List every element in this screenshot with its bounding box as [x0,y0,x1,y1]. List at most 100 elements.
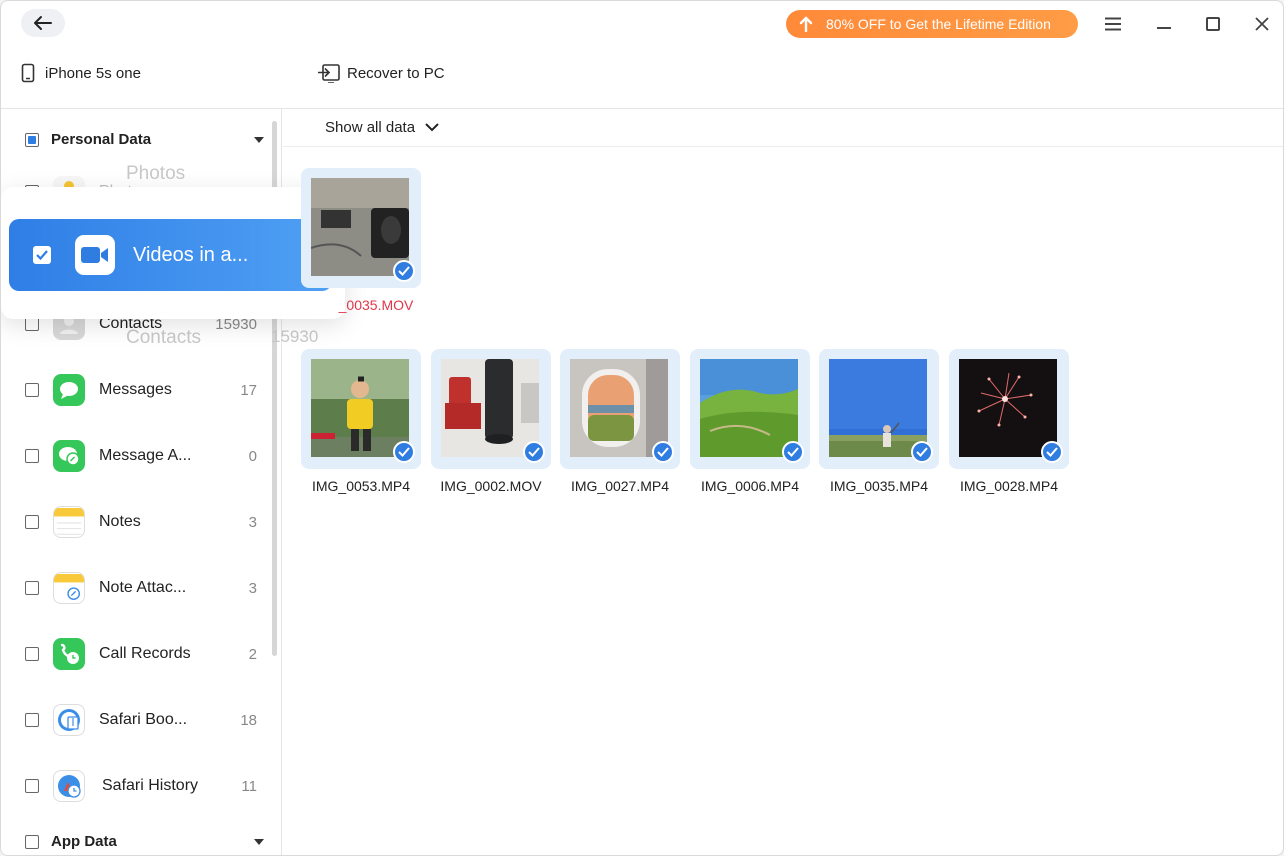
item-count: 3 [248,513,257,531]
recover-label: Recover to PC [347,64,445,82]
phone-icon [21,63,35,83]
caret-down-icon[interactable] [253,838,265,846]
file-name: IMG_0027.MP4 [570,478,670,494]
item-checkbox[interactable] [25,647,39,661]
item-checkbox[interactable] [25,779,39,793]
item-checkbox[interactable] [25,581,39,595]
upgrade-promo-button[interactable]: 80% OFF to Get the Lifetime Edition [786,10,1078,38]
sidebar-item-note-attachments[interactable]: Note Attac... 3 [25,568,257,608]
menu-button[interactable] [1100,11,1126,37]
checked-badge[interactable] [652,441,674,463]
minimize-icon [1157,27,1171,29]
item-label: Note Attac... [99,579,187,596]
export-icon [318,64,340,83]
message-attachment-icon [53,440,85,472]
messages-icon [53,374,85,406]
video-thumbnail[interactable] [690,349,810,469]
device-selector[interactable]: iPhone 5s one [21,63,141,83]
sidebar-item-app-videos[interactable]: Videos in a... 7 [9,219,332,291]
item-label: Call Records [99,645,191,662]
close-button[interactable] [1249,11,1275,37]
checked-badge[interactable] [393,260,415,282]
video-thumbnail[interactable] [301,349,421,469]
promo-label: 80% OFF to Get the Lifetime Edition [826,16,1051,32]
thumbnail-image [700,359,798,457]
checked-badge[interactable] [1041,441,1063,463]
notes-icon [53,506,85,538]
file-name: IMG_0006.MP4 [700,478,800,494]
maximize-button[interactable] [1200,11,1226,37]
sidebar-item-message-attachments[interactable]: Message A... 0 [25,436,257,476]
item-count: 18 [240,711,257,729]
video-thumbnail[interactable] [431,349,551,469]
item-label: Messages [99,381,172,398]
item-checkbox-checked[interactable] [33,246,51,264]
section-app-data[interactable]: App Data [25,833,267,850]
item-count: 11 [241,777,257,795]
checked-badge[interactable] [782,441,804,463]
call-records-icon [53,638,85,670]
minimize-button[interactable] [1151,11,1177,37]
thumbnail-image [441,359,539,457]
item-checkbox[interactable] [25,383,39,397]
video-thumbnail[interactable] [301,168,421,288]
item-label: Notes [99,513,141,530]
checked-badge[interactable] [393,441,415,463]
item-label: Safari Boo... [99,711,188,728]
thumbnail-image [829,359,927,457]
content-divider [283,146,1283,147]
section-label: Personal Data [51,131,152,148]
thumbnail-image [311,359,409,457]
file-name: _0035.MOV [338,297,414,313]
safari-bookmark-icon [53,704,85,736]
item-checkbox[interactable] [25,515,39,529]
filter-dropdown[interactable]: Show all data [325,119,439,136]
checked-badge[interactable] [911,441,933,463]
item-label: Safari History [102,777,199,794]
item-label: Message A... [99,447,192,464]
thumbnail-image [570,359,668,457]
recover-to-pc-button[interactable]: Recover to PC [317,63,445,83]
back-button[interactable] [21,9,65,37]
safari-history-icon [53,770,85,802]
device-name: iPhone 5s one [45,64,141,82]
checked-badge[interactable] [523,441,545,463]
video-camera-icon [75,235,115,275]
maximize-icon [1206,17,1220,31]
item-count: 3 [248,579,257,597]
note-attachment-icon [53,572,85,604]
sidebar-item-call-records[interactable]: Call Records 2 [25,634,257,674]
arrow-left-icon [34,16,52,30]
video-thumbnail[interactable] [560,349,680,469]
video-thumbnail[interactable] [949,349,1069,469]
sidebar-item-notes[interactable]: Notes 3 [25,502,257,542]
close-icon [1255,17,1269,31]
arrow-up-icon [798,16,814,32]
item-label: Videos in a... [133,243,249,266]
caret-down-icon[interactable] [253,136,265,144]
video-thumbnail[interactable] [819,349,939,469]
chevron-down-icon [425,123,439,132]
hamburger-icon [1105,17,1121,31]
thumbnail-image [959,359,1057,457]
item-count: 0 [248,447,257,465]
section-label: App Data [51,833,117,850]
filter-label: Show all data [325,119,416,136]
file-name: IMG_0028.MP4 [959,478,1059,494]
section-checkbox[interactable] [25,132,39,147]
item-checkbox[interactable] [25,713,39,727]
ghost-count: 15930 [271,327,319,346]
sidebar-item-messages[interactable]: Messages 17 [25,370,257,410]
sidebar-item-safari-bookmarks[interactable]: Safari Boo... 18 [25,700,257,740]
item-checkbox[interactable] [25,317,39,331]
section-checkbox[interactable] [25,834,39,849]
file-name: IMG_0002.MOV [440,478,542,494]
thumbnail-image [311,178,409,276]
sidebar-item-safari-history[interactable]: Safari History 11 [25,766,257,806]
section-personal-data[interactable]: Personal Data [25,131,267,148]
item-count: 2 [248,645,257,663]
item-checkbox[interactable] [25,449,39,463]
item-count: 17 [240,381,257,399]
file-name: IMG_0035.MP4 [829,478,929,494]
checkmark-icon [36,250,48,260]
